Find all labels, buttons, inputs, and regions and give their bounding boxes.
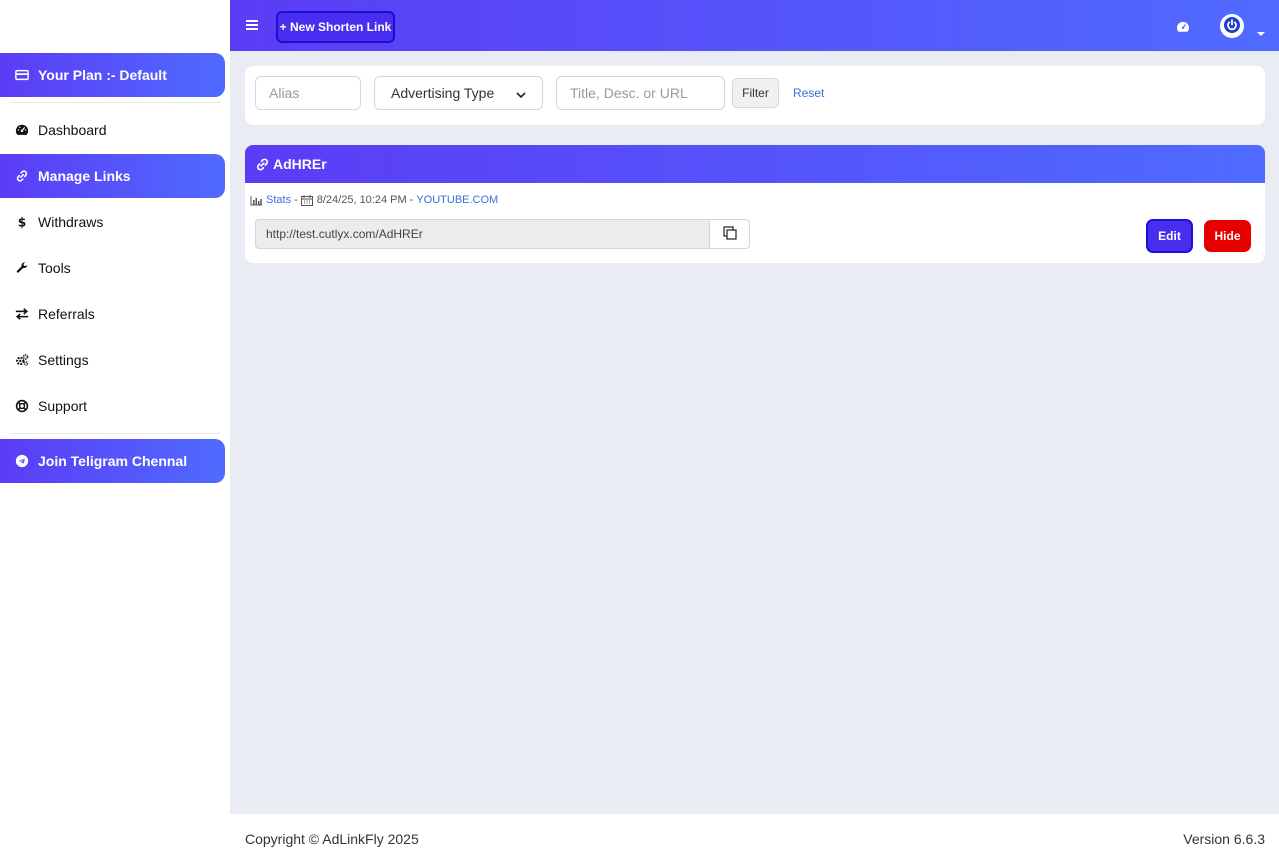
copy-icon [722,225,737,243]
plan-badge[interactable]: Your Plan :- Default [0,53,225,97]
filter-bar: Alias Advertising Type Title, Desc. or U… [245,66,1265,125]
dollar-icon: $ [14,214,30,230]
sidebar-item-label: Referrals [38,306,95,322]
sidebar-item-label: Tools [38,260,71,276]
credit-card-icon [14,67,30,83]
sidebar-item-support[interactable]: Support [0,384,225,428]
search-input[interactable]: Title, Desc. or URL [556,76,725,110]
svg-text:$: $ [18,215,27,229]
bar-chart-icon [250,195,263,206]
telegram-button[interactable]: Join Teligram Chennal [0,439,225,483]
user-menu-avatar[interactable] [1220,14,1244,38]
topbar: + New Shorten Link [230,0,1279,51]
sidebar-item-tools[interactable]: Tools [0,246,225,290]
sidebar-item-manage-links[interactable]: Manage Links [0,154,225,198]
reset-link[interactable]: Reset [793,86,824,100]
sidebar-item-label: Manage Links [38,168,131,184]
sidebar-item-label: Settings [38,352,89,368]
exchange-icon [14,306,30,322]
link-card: AdHREr Stats - 8/24/25, 10:24 PM - YOUTU… [245,145,1265,263]
plan-label: Your Plan :- Default [38,67,167,83]
filter-button[interactable]: Filter [732,78,779,108]
sidebar-item-referrals[interactable]: Referrals [0,292,225,336]
sidebar-item-dashboard[interactable]: Dashboard [0,108,225,152]
copyright-text: Copyright © AdLinkFly 2025 [245,831,419,847]
link-meta: Stats - 8/24/25, 10:24 PM - YOUTUBE.COM [250,194,498,206]
link-icon [255,157,270,172]
sidebar: Your Plan :- Default Dashboard Manage Li… [0,0,230,865]
meta-separator: - [294,194,298,206]
stats-link[interactable]: Stats [266,194,291,206]
power-icon [1224,16,1240,36]
dashboard-icon [14,122,30,138]
sidebar-item-label: Withdraws [38,214,104,230]
sidebar-item-label: Dashboard [38,122,107,138]
telegram-label: Join Teligram Chennal [38,453,188,469]
telegram-icon [14,453,30,469]
calendar-icon [300,194,314,206]
sidebar-item-withdraws[interactable]: $ Withdraws [0,200,225,244]
advertising-type-value: Advertising Type [391,85,495,101]
link-domain[interactable]: YOUTUBE.COM [416,194,498,206]
wrench-icon [14,260,30,276]
short-url-group: http://test.cutlyx.com/AdHREr [255,219,750,249]
link-alias-title: AdHREr [273,156,327,172]
edit-button[interactable]: Edit [1146,219,1193,253]
short-url-field[interactable]: http://test.cutlyx.com/AdHREr [255,219,710,249]
copy-button[interactable] [710,219,750,249]
advertising-type-select[interactable]: Advertising Type [374,76,543,110]
link-date: 8/24/25, 10:24 PM [316,194,407,206]
hamburger-menu-icon[interactable] [245,18,259,32]
dashboard-icon[interactable] [1176,20,1190,32]
link-card-header: AdHREr [245,145,1265,183]
lifebuoy-icon [14,398,30,414]
version-text: Version 6.6.3 [1183,831,1265,847]
meta-separator: - [409,194,414,206]
chevron-down-icon[interactable] [1257,24,1265,36]
sidebar-divider [12,433,220,434]
chevron-down-icon [516,85,526,101]
alias-input[interactable]: Alias [255,76,361,110]
footer: Copyright © AdLinkFly 2025 Version 6.6.3 [230,814,1279,865]
new-shorten-link-button[interactable]: + New Shorten Link [276,11,395,43]
gears-icon [14,352,30,368]
sidebar-item-label: Support [38,398,88,414]
link-icon [14,168,30,184]
sidebar-divider [12,102,220,103]
sidebar-item-settings[interactable]: Settings [0,338,225,382]
hide-button[interactable]: Hide [1204,220,1251,252]
